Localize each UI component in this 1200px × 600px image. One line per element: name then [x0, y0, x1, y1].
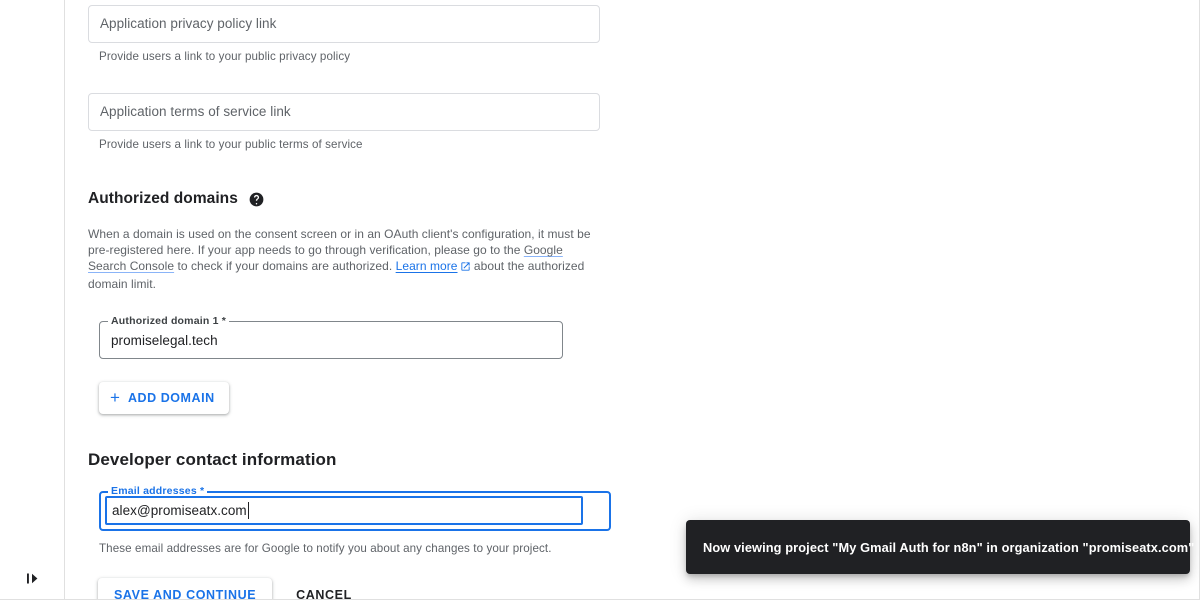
email-addresses-label-notch: Email addresses * — [108, 485, 207, 496]
expand-panel-button[interactable] — [17, 562, 49, 594]
help-circle-icon[interactable] — [249, 192, 264, 207]
email-addresses-label: Email addresses * — [111, 485, 204, 497]
text-caret — [248, 502, 249, 519]
terms-of-service-helper-text: Provide users a link to your public term… — [99, 138, 648, 152]
terms-of-service-link-input[interactable]: Application terms of service link — [88, 93, 600, 131]
cancel-button[interactable]: CANCEL — [283, 578, 365, 600]
oauth-consent-screen-page: Application privacy policy link Provide … — [0, 0, 1200, 600]
email-addresses-value: alex@promiseatx.com — [112, 503, 247, 518]
external-link-icon[interactable] — [460, 260, 471, 276]
plus-icon: + — [110, 389, 120, 406]
developer-contact-title: Developer contact information — [88, 450, 648, 470]
save-and-continue-button[interactable]: SAVE AND CONTINUE — [98, 578, 272, 600]
main-content: Application privacy policy link Provide … — [66, 0, 1200, 600]
authorized-domain-1-field[interactable]: Authorized domain 1 * promiselegal.tech — [99, 321, 563, 359]
consent-screen-form: Application privacy policy link Provide … — [88, 0, 648, 600]
learn-more-link[interactable]: Learn more — [396, 259, 458, 273]
add-domain-button[interactable]: + ADD DOMAIN — [99, 382, 229, 414]
authorized-domains-desc-part-1: When a domain is used on the consent scr… — [88, 227, 591, 257]
privacy-policy-link-input[interactable]: Application privacy policy link — [88, 5, 600, 43]
authorized-domain-1-value: promiselegal.tech — [111, 321, 218, 359]
status-toast: Now viewing project "My Gmail Auth for n… — [686, 520, 1190, 574]
authorized-domains-desc-part-2: to check if your domains are authorized. — [174, 259, 396, 273]
privacy-policy-link-placeholder: Application privacy policy link — [100, 17, 276, 31]
left-nav-rail — [0, 0, 65, 600]
terms-of-service-link-placeholder: Application terms of service link — [100, 105, 291, 119]
email-addresses-chip-input[interactable]: alex@promiseatx.com — [105, 496, 583, 525]
status-toast-message: Now viewing project "My Gmail Auth for n… — [703, 540, 1194, 555]
authorized-domains-title: Authorized domains — [88, 190, 238, 208]
developer-contact-helper-text: These email addresses are for Google to … — [99, 542, 648, 556]
privacy-policy-helper-text: Provide users a link to your public priv… — [99, 50, 648, 64]
expand-panel-icon — [25, 570, 42, 587]
email-addresses-field[interactable]: Email addresses * alex@promiseatx.com — [99, 491, 611, 531]
authorized-domains-description: When a domain is used on the consent scr… — [88, 226, 593, 292]
authorized-domains-heading: Authorized domains — [88, 190, 648, 208]
form-actions: SAVE AND CONTINUE CANCEL — [98, 578, 648, 600]
add-domain-button-label: ADD DOMAIN — [128, 391, 215, 405]
